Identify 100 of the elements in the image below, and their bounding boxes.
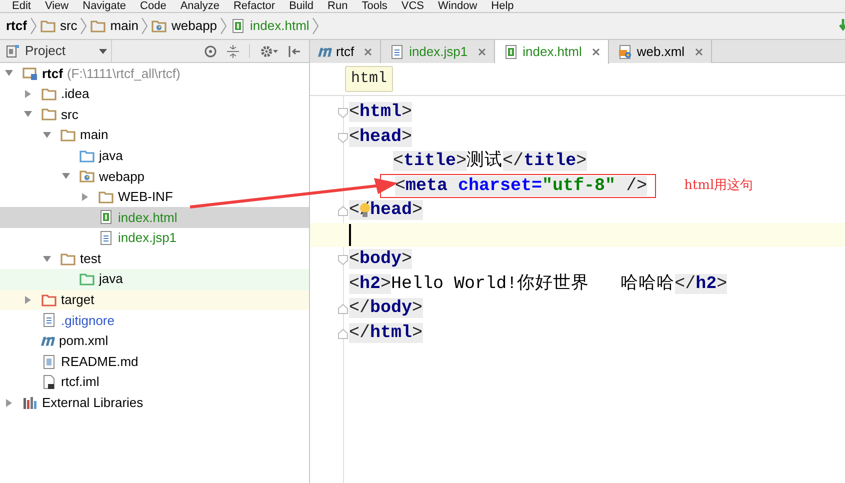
- tree-row[interactable]: pom.xml: [0, 330, 309, 352]
- fold-marker-icon[interactable]: [338, 108, 348, 118]
- breadcrumb-item[interactable]: webapp: [148, 16, 220, 36]
- menu-item[interactable]: Code: [140, 0, 166, 12]
- html-file-icon: [502, 44, 519, 60]
- code-line: <body>: [349, 248, 412, 270]
- tree-row[interactable]: .gitignore: [0, 310, 309, 331]
- breadcrumb-item[interactable]: src: [36, 16, 80, 36]
- code-line: </body>: [349, 297, 423, 320]
- tree-item-label: main: [80, 126, 108, 144]
- menu-item[interactable]: Edit: [12, 0, 31, 12]
- tree-item-label: .idea: [61, 85, 90, 104]
- tree-row[interactable]: External Libraries: [0, 392, 309, 414]
- expanded-arrow-icon[interactable]: [42, 130, 52, 140]
- folder-icon: [151, 18, 168, 34]
- folder-icon: [98, 188, 114, 205]
- view-selector[interactable]: Project: [0, 40, 112, 62]
- menu-item[interactable]: Run: [328, 0, 348, 12]
- folder-icon: [41, 292, 57, 308]
- fold-marker-icon[interactable]: [338, 328, 348, 338]
- folder-icon: [41, 86, 57, 102]
- collapsed-arrow-icon[interactable]: [4, 398, 14, 408]
- tree-row[interactable]: java: [0, 145, 309, 166]
- close-icon[interactable]: [694, 48, 703, 56]
- tree-row[interactable]: index.jsp1: [0, 228, 309, 248]
- tree-row[interactable]: src: [0, 104, 309, 125]
- expanded-arrow-icon[interactable]: [61, 171, 71, 182]
- project-view-icon: [6, 44, 20, 58]
- text-file-icon: [41, 354, 57, 370]
- menu-item[interactable]: Navigate: [82, 0, 126, 12]
- collapsed-arrow-icon[interactable]: [23, 88, 33, 99]
- tree-item-label: index.jsp1: [118, 229, 177, 248]
- editor-tab[interactable]: rtcf: [310, 40, 382, 63]
- libraries-icon: [22, 394, 38, 411]
- tree-row[interactable]: rtcf (F:\1111\rtcf_all\rtcf): [0, 63, 309, 84]
- text-file-icon: [389, 44, 406, 60]
- chevron-icon: [80, 16, 88, 36]
- tree-row[interactable]: rtcf.iml: [0, 372, 309, 392]
- fold-marker-icon[interactable]: [338, 206, 348, 216]
- editor-tab[interactable]: web.xml: [608, 40, 712, 63]
- settings-icon[interactable]: [260, 44, 278, 58]
- folder-icon: [40, 18, 56, 34]
- folder-icon: [79, 168, 95, 184]
- tree-item-label: webapp: [99, 168, 145, 186]
- tree-row[interactable]: webapp: [0, 166, 309, 187]
- menu-item[interactable]: Tools: [362, 0, 388, 12]
- editor-tab[interactable]: index.jsp1: [381, 40, 495, 63]
- breadcrumb-item[interactable]: main: [87, 16, 142, 36]
- menu-item[interactable]: View: [44, 0, 69, 12]
- text-file-icon: [98, 230, 114, 246]
- dropdown-caret-icon: [99, 48, 107, 54]
- code-line: <h2>Hello World!你好世界 哈哈哈</h2>: [349, 272, 728, 295]
- folder-icon: [79, 271, 95, 288]
- collapsed-arrow-icon[interactable]: [80, 192, 90, 202]
- menu-item[interactable]: VCS: [401, 0, 424, 12]
- tree-row[interactable]: README.md: [0, 351, 309, 372]
- tree-item-label: src: [61, 106, 78, 124]
- fold-marker-icon[interactable]: [338, 255, 348, 265]
- tree-row[interactable]: java: [0, 268, 309, 290]
- close-icon[interactable]: [364, 48, 372, 56]
- text-cursor: [349, 224, 351, 246]
- tree-item-label: WEB-INF: [118, 188, 173, 206]
- annotation-note: html用这句: [684, 177, 754, 195]
- editor-tab[interactable]: index.html: [494, 40, 609, 64]
- expanded-arrow-icon[interactable]: [4, 68, 14, 78]
- tree-item-label: test: [80, 250, 101, 268]
- collapse-icon[interactable]: [227, 44, 239, 58]
- html-file-icon: [230, 18, 246, 34]
- close-icon[interactable]: [478, 48, 486, 56]
- code-line: <head>: [349, 126, 412, 148]
- tree-row[interactable]: WEB-INF: [0, 186, 309, 208]
- fold-marker-icon[interactable]: [338, 132, 348, 142]
- tree-row[interactable]: test: [0, 248, 309, 269]
- tree-item-label: index.html: [118, 208, 178, 227]
- collapsed-arrow-icon[interactable]: [23, 294, 33, 305]
- chevron-icon: [30, 16, 37, 36]
- breadcrumb-item[interactable]: rtcf: [3, 16, 30, 36]
- menu-item[interactable]: Refactor: [233, 0, 276, 12]
- tree-item-label: rtcf: [42, 64, 63, 83]
- tree-row[interactable]: .idea: [0, 84, 309, 104]
- locate-icon[interactable]: [204, 44, 217, 58]
- tree-row[interactable]: main: [0, 124, 309, 146]
- text-file-icon: [41, 312, 57, 328]
- expanded-arrow-icon[interactable]: [42, 254, 52, 264]
- fold-marker-icon[interactable]: [338, 304, 348, 314]
- menu-item[interactable]: Help: [491, 0, 514, 12]
- chevron-icon: [312, 16, 320, 36]
- tree-item-label: .gitignore: [61, 312, 114, 330]
- expanded-arrow-icon[interactable]: [23, 109, 33, 120]
- html-file-icon: [98, 209, 114, 226]
- tree-row[interactable]: target: [0, 290, 309, 310]
- download-icon[interactable]: [839, 18, 845, 32]
- tag-breadcrumb-tooltip[interactable]: html: [345, 66, 394, 92]
- menu-item[interactable]: Build: [289, 0, 314, 12]
- tree-item-label: target: [61, 291, 94, 310]
- breadcrumb-item[interactable]: index.html: [227, 16, 312, 36]
- hide-panel-icon[interactable]: [288, 44, 301, 58]
- menu-item[interactable]: Window: [438, 0, 478, 12]
- close-icon[interactable]: [592, 48, 600, 56]
- menu-item[interactable]: Analyze: [180, 0, 220, 12]
